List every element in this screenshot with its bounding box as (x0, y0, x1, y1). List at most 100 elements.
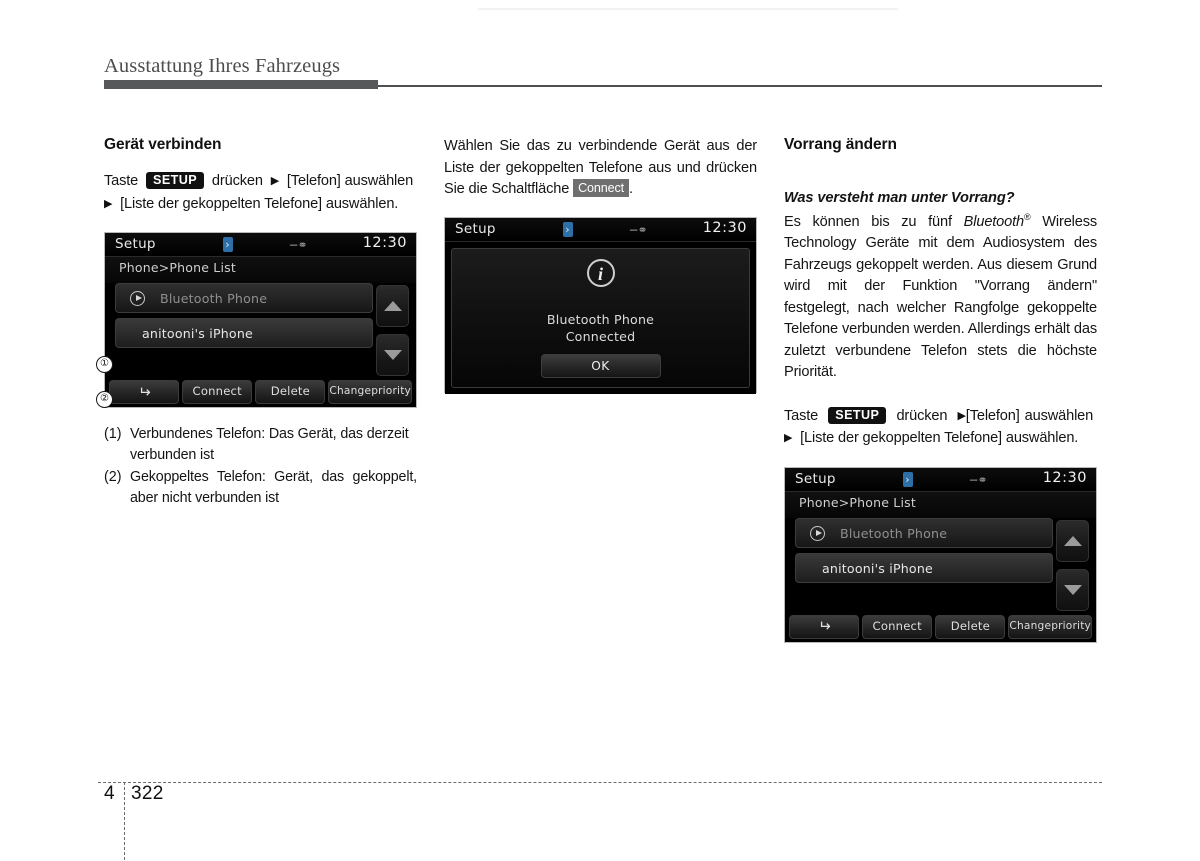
phone-list-body: Bluetooth Phone anitooni's iPhone (105, 283, 416, 383)
status-bar-clock: 12:30 (702, 219, 747, 236)
phone-list-body: Bluetooth Phone anitooni's iPhone (785, 517, 1096, 618)
play-circle-icon (810, 525, 825, 541)
head-unit-screen-connected-dialog[interactable]: Setup › −⚭ 12:30 i Bluetooth Phone Conne… (444, 216, 757, 394)
change-priority-line1: Change (329, 385, 372, 398)
instruction-before-key: Taste (104, 173, 139, 189)
registered-mark: ® (1024, 212, 1031, 222)
instruction-paragraph-left: Taste SETUP drücken ▶ [Telefon] auswähle… (104, 171, 417, 216)
header-rule-thin (378, 85, 1102, 87)
header-rule-thick (104, 80, 378, 89)
instruction-step-3: [Liste der gekoppelten Telefone] auswähl… (800, 430, 1079, 447)
breadcrumb: Phone>Phone List (785, 491, 1096, 518)
list-item-label: anitooni's iPhone (142, 326, 253, 341)
dialog-message: Bluetooth Phone Connected (452, 311, 749, 345)
paragraph-part-1: Es können bis zu fünf (784, 213, 952, 230)
section-heading-vorrang-aendern: Vorrang ändern (784, 136, 897, 153)
column-left: Gerät verbinden Taste SETUP drücken ▶ [T… (96, 136, 417, 510)
usb-icon: −⚭ (968, 472, 988, 487)
crop-mark-top (478, 8, 898, 10)
instruction-paragraph-right: Taste SETUP drücken ▶[Telefon] auswählen… (784, 406, 1097, 451)
page-title: Ausstattung Ihres Fahrzeugs (104, 55, 341, 77)
scroll-up-button[interactable] (376, 285, 409, 327)
arrow-right-icon-2: ▶ (784, 432, 793, 445)
instruction-after-key: drücken (896, 407, 948, 424)
crop-mark-footer-horizontal (98, 782, 1102, 783)
list-item-connected-phone[interactable]: Bluetooth Phone (795, 517, 1053, 548)
paragraph-part-2: Wireless Technology Geräte mit dem Audio… (784, 213, 1098, 381)
crop-mark-footer-vertical (124, 782, 125, 860)
list-item-label: Bluetooth Phone (160, 291, 268, 306)
instruction-before-key: Taste (784, 407, 819, 424)
back-button[interactable]: ↵ (109, 380, 180, 404)
paragraph-select-device: Wählen Sie das zu verbindende Gerät aus … (444, 136, 757, 201)
arrow-right-icon: ▶ (957, 409, 966, 422)
head-unit-screen-phone-list-2[interactable]: Setup › −⚭ 12:30 Phone>Phone List Blueto… (784, 466, 1097, 643)
scroll-down-icon (1063, 584, 1082, 595)
scroll-up-icon (383, 301, 402, 311)
dialog-area: i Bluetooth Phone Connected OK (445, 241, 756, 394)
footer-page-number: 322 (131, 783, 164, 804)
setup-key-pill[interactable]: SETUP (146, 172, 205, 189)
caption-text: Verbundenes Telefon: Das Gerät, das derz… (130, 426, 409, 463)
list-item-label: Bluetooth Phone (840, 525, 948, 541)
change-priority-button[interactable]: Change priority (1008, 614, 1093, 639)
breadcrumb: Phone>Phone List (105, 257, 416, 283)
footer-chapter-number: 4 (104, 783, 115, 804)
screenshot-phone-list-annotated: ① ② Setup › −⚭ 12:30 Phone>Phone List Bl… (96, 232, 417, 408)
scroll-up-button[interactable] (1056, 519, 1089, 562)
change-priority-button[interactable]: Change priority (328, 380, 413, 404)
callout-caption-list: (1) Verbundenes Telefon: Das Gerät, das … (104, 424, 417, 509)
section-heading-geraet-verbinden: Gerät verbinden (104, 136, 222, 153)
arrow-right-icon-2: ▶ (104, 197, 113, 210)
caption-marker: (1) (104, 426, 122, 442)
page-header: Ausstattung Ihres Fahrzeugs (104, 55, 1104, 78)
list-item-paired-phone[interactable]: anitooni's iPhone (795, 552, 1053, 583)
column-middle: Wählen Sie das zu verbindende Gerät aus … (444, 136, 757, 394)
list-item-label: anitooni's iPhone (822, 560, 933, 576)
list-item-connected-phone[interactable]: Bluetooth Phone (115, 283, 373, 313)
status-bar-title: Setup (115, 236, 156, 252)
dialog-panel: i Bluetooth Phone Connected OK (451, 247, 750, 388)
back-arrow-icon: ↵ (137, 382, 151, 401)
scroll-down-button[interactable] (376, 334, 409, 376)
subheading-was-versteht-man: Was versteht man unter Vorrang? (784, 190, 1015, 206)
delete-button[interactable]: Delete (935, 614, 1006, 639)
connect-button[interactable]: Connect (862, 614, 933, 639)
setup-key-pill[interactable]: SETUP (828, 406, 887, 424)
scroll-down-icon (383, 350, 402, 360)
change-priority-line2: priority (371, 385, 412, 398)
list-item-paired-phone[interactable]: anitooni's iPhone (115, 318, 373, 348)
status-bar-clock: 12:30 (362, 235, 407, 251)
callout-marker-1: ① (96, 356, 113, 373)
delete-button[interactable]: Delete (255, 380, 326, 404)
caption-text: Gekoppeltes Telefon: Gerät, das gekoppel… (130, 469, 417, 506)
change-priority-line1: Change (1009, 620, 1052, 633)
bluetooth-icon: › (222, 237, 233, 252)
play-circle-icon (130, 291, 145, 306)
back-button[interactable]: ↵ (789, 614, 860, 639)
screenshot-phone-list-plain: Setup › −⚭ 12:30 Phone>Phone List Blueto… (784, 466, 1097, 643)
instruction-step-2: [Telefon] auswählen (965, 407, 1094, 424)
screen-toolbar: ↵ Connect Delete Change priority (105, 378, 416, 407)
connect-inline-button[interactable]: Connect (573, 179, 629, 197)
head-unit-screen-phone-list[interactable]: Setup › −⚭ 12:30 Phone>Phone List Blueto… (104, 232, 417, 408)
callout-marker-2: ② (96, 391, 113, 408)
scroll-down-button[interactable] (1056, 568, 1089, 611)
status-bar-title: Setup (455, 220, 496, 237)
status-bar: Setup › −⚭ 12:30 (445, 217, 756, 242)
dialog-ok-button[interactable]: OK (540, 353, 661, 378)
bluetooth-icon: › (902, 471, 913, 487)
instruction-after-key: drücken (211, 173, 263, 189)
instruction-step-3: [Liste der gekoppelten Telefone] auswähl… (120, 195, 399, 212)
caption-marker: (2) (104, 469, 122, 485)
status-bar: Setup › −⚭ 12:30 (105, 233, 416, 257)
caption-item-1: (1) Verbundenes Telefon: Das Gerät, das … (104, 424, 417, 466)
scroll-up-icon (1063, 535, 1082, 546)
column-right: Vorrang ändern Was versteht man unter Vo… (784, 136, 1097, 643)
back-arrow-icon: ↵ (817, 617, 831, 636)
status-bar-clock: 12:30 (1042, 469, 1087, 486)
connect-button[interactable]: Connect (182, 380, 253, 404)
change-priority-line2: priority (1051, 620, 1092, 633)
status-bar-title: Setup (795, 470, 836, 487)
bluetooth-brand: Bluetooth (963, 213, 1024, 230)
